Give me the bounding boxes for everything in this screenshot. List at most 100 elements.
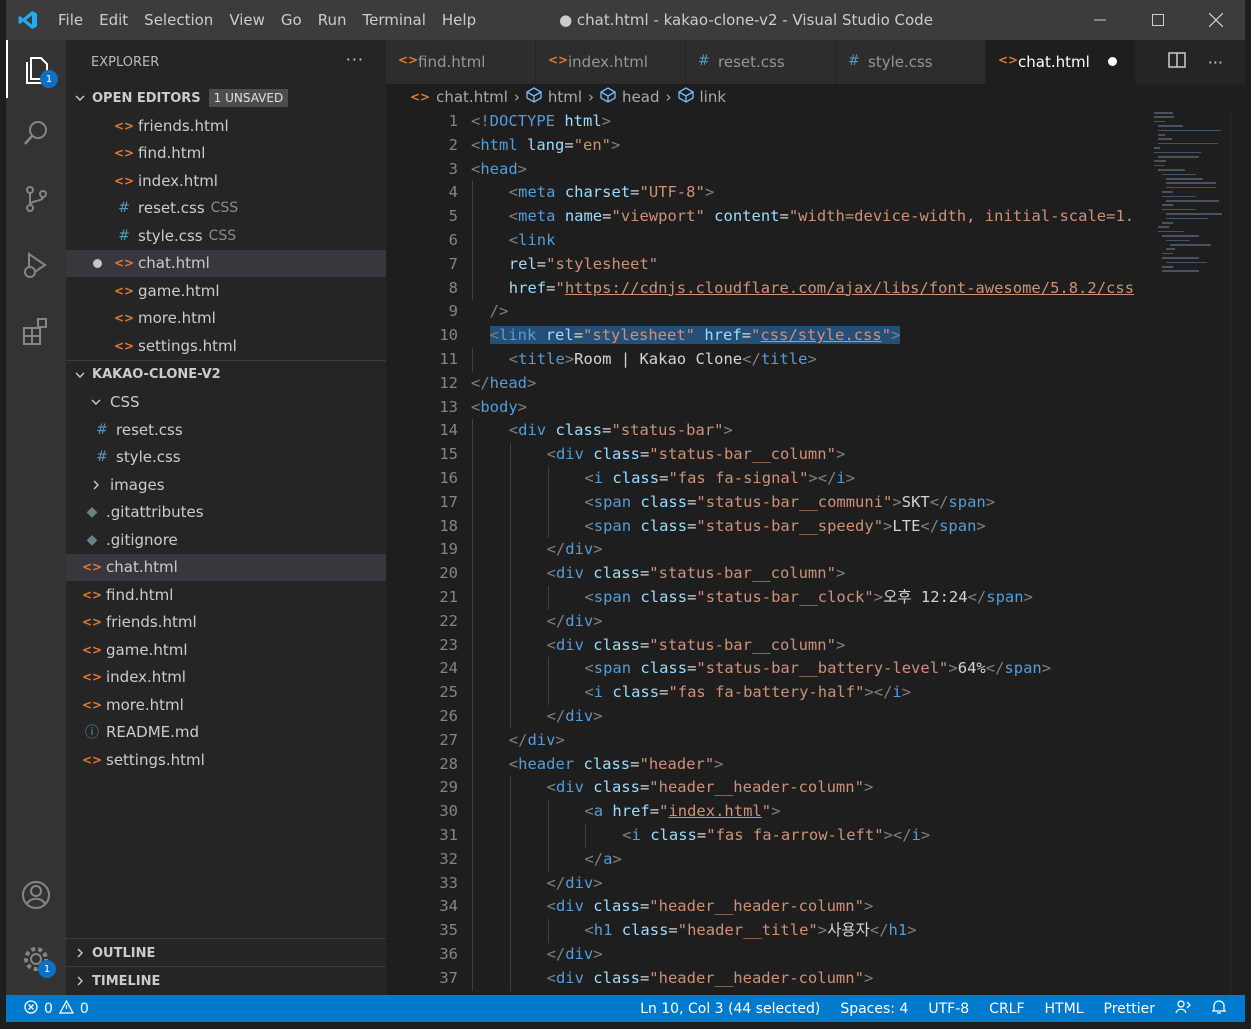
code-line[interactable]: 27 </div> xyxy=(386,728,1245,753)
indentation[interactable]: Spaces: 4 xyxy=(830,1001,918,1017)
menu-item-edit[interactable]: Edit xyxy=(91,11,136,29)
menu-item-view[interactable]: View xyxy=(221,11,273,29)
folder-css[interactable]: CSS xyxy=(66,389,386,417)
more-actions-icon[interactable]: ··· xyxy=(346,50,364,69)
menu-item-file[interactable]: File xyxy=(50,11,91,29)
file-tree-item[interactable]: ⓘ README.md xyxy=(66,719,386,747)
code-line[interactable]: 14 <div class="status-bar"> xyxy=(386,419,1245,444)
breadcrumb-item[interactable]: <> chat.html xyxy=(410,88,508,106)
code-line[interactable]: 7 rel="stylesheet" xyxy=(386,252,1245,277)
code-line[interactable]: 16 <i class="fas fa-signal"></i> xyxy=(386,467,1245,491)
code-line[interactable]: 5 <meta name="viewport" content="width=de… xyxy=(386,205,1245,229)
outline-section[interactable]: OUTLINE xyxy=(66,938,386,967)
run-debug-icon[interactable] xyxy=(6,236,66,294)
file-tree-item[interactable]: # reset.css xyxy=(66,416,386,444)
code-line[interactable]: 12 </head> xyxy=(386,372,1245,396)
code-line[interactable]: 33 </div> xyxy=(386,871,1245,896)
file-tree-item[interactable]: <> friends.html xyxy=(66,609,386,637)
breadcrumb-item[interactable]: head xyxy=(600,87,660,107)
file-tree-item[interactable]: # style.css xyxy=(66,444,386,472)
code-line[interactable]: 21 <span class="status-bar__clock">오후 12:… xyxy=(386,586,1245,610)
tab-style-css[interactable]: # style.css xyxy=(836,40,986,84)
search-icon[interactable] xyxy=(6,104,66,162)
code-line[interactable]: 29 <div class="header__header-column"> xyxy=(386,776,1245,801)
menu-item-run[interactable]: Run xyxy=(310,11,355,29)
unsaved-dot-icon[interactable] xyxy=(1108,57,1117,66)
code-line[interactable]: 2 <html lang="en"> xyxy=(386,134,1245,158)
code-line[interactable]: 36 </div> xyxy=(386,943,1245,967)
code-line[interactable]: 35 <h1 class="header__title">사용자</h1> xyxy=(386,919,1245,943)
timeline-section[interactable]: TIMELINE xyxy=(66,966,386,995)
notifications-icon[interactable] xyxy=(1201,999,1245,1019)
code-line[interactable]: 22 </div> xyxy=(386,609,1245,634)
file-tree-item[interactable]: ◆ .gitattributes xyxy=(66,499,386,527)
account-icon[interactable] xyxy=(6,866,66,924)
code-line[interactable]: 20 <div class="status-bar__column"> xyxy=(386,562,1245,586)
code-line[interactable]: 31 <i class="fas fa-arrow-left"></i> xyxy=(386,824,1245,848)
code-line[interactable]: 37 <div class="header__header-column"> xyxy=(386,966,1245,991)
encoding[interactable]: UTF-8 xyxy=(918,1001,979,1017)
file-tree-item[interactable]: <> find.html xyxy=(66,581,386,609)
open-editor-item[interactable]: <> find.html xyxy=(66,140,386,168)
code-line[interactable]: 6 <link xyxy=(386,229,1245,253)
file-tree-item[interactable]: <> more.html xyxy=(66,691,386,719)
code-line[interactable]: 23 <div class="status-bar__column"> xyxy=(386,633,1245,658)
file-tree-item[interactable]: ◆ .gitignore xyxy=(66,526,386,554)
maximize-icon[interactable] xyxy=(1129,0,1187,40)
code-line[interactable]: 17 <span class="status-bar__communi">SKT<… xyxy=(386,490,1245,515)
code-line[interactable]: 25 <i class="fas fa-battery-half"></i> xyxy=(386,681,1245,705)
code-line[interactable]: 9 /> xyxy=(386,300,1245,324)
code-line[interactable]: 1 <!DOCTYPE html> xyxy=(386,110,1245,134)
code-line[interactable]: 34 <div class="header__header-column"> xyxy=(386,895,1245,920)
cursor-position[interactable]: Ln 10, Col 3 (44 selected) xyxy=(630,1001,830,1017)
breadcrumb-item[interactable]: html xyxy=(526,87,582,107)
unsaved-dot-icon[interactable] xyxy=(93,258,102,268)
open-editor-item[interactable]: # reset.css CSS xyxy=(66,195,386,223)
tab-index-html[interactable]: <> index.html xyxy=(536,40,686,84)
feedback-icon[interactable] xyxy=(1165,999,1201,1019)
open-editor-item[interactable]: <> friends.html xyxy=(66,112,386,140)
code-line[interactable]: 32 </a> xyxy=(386,847,1245,872)
code-line[interactable]: 11 <title>Room | Kakao Clone</title> xyxy=(386,348,1245,372)
tab-chat-html[interactable]: <> chat.html xyxy=(986,40,1136,84)
folder-images[interactable]: images xyxy=(66,471,386,499)
code-line[interactable]: 18 <span class="status-bar__speedy">LTE</… xyxy=(386,514,1245,539)
file-tree-item[interactable]: <> index.html xyxy=(66,664,386,692)
menu-item-selection[interactable]: Selection xyxy=(136,11,221,29)
menu-item-go[interactable]: Go xyxy=(273,11,310,29)
project-section[interactable]: KAKAO-CLONE-V2 xyxy=(66,361,386,389)
minimize-icon[interactable] xyxy=(1071,0,1129,40)
extensions-icon[interactable] xyxy=(6,302,66,360)
code-line[interactable]: 28 <header class="header"> xyxy=(386,752,1245,777)
code-line[interactable]: 10 <link rel="stylesheet" href="css/styl… xyxy=(386,324,1245,348)
file-tree-item[interactable]: <> settings.html xyxy=(66,746,386,774)
open-editor-item[interactable]: <> settings.html xyxy=(66,332,386,360)
end-of-line[interactable]: CRLF xyxy=(979,1001,1034,1017)
code-line[interactable]: 8 href="https://cdnjs.cloudflare.com/ajax… xyxy=(386,276,1245,301)
menu-item-terminal[interactable]: Terminal xyxy=(355,11,434,29)
tab-reset-css[interactable]: # reset.css xyxy=(686,40,836,84)
file-tree-item[interactable]: <> chat.html xyxy=(66,553,386,581)
code-editor[interactable]: 1 <!DOCTYPE html> 2 <html lang="en"> 3 <head>… xyxy=(386,110,1245,995)
minimap[interactable] xyxy=(1148,110,1230,290)
open-editor-item[interactable]: <> more.html xyxy=(66,305,386,333)
language-mode[interactable]: HTML xyxy=(1035,1001,1094,1017)
open-editor-item[interactable]: <> chat.html xyxy=(66,249,386,277)
problems-indicator[interactable]: 0 0 xyxy=(6,999,89,1018)
code-line[interactable]: 26 </div> xyxy=(386,705,1245,729)
code-line[interactable]: 19 </div> xyxy=(386,538,1245,563)
menu-item-help[interactable]: Help xyxy=(434,11,484,29)
split-editor-icon[interactable] xyxy=(1167,51,1186,73)
open-editor-item[interactable]: # style.css CSS xyxy=(66,222,386,250)
prettier-status[interactable]: Prettier xyxy=(1094,1001,1166,1017)
more-actions-icon[interactable]: ··· xyxy=(1208,53,1223,72)
settings-gear-icon[interactable]: 1 xyxy=(6,930,66,988)
code-line[interactable]: 4 <meta charset="UTF-8"> xyxy=(386,181,1245,206)
vertical-scrollbar[interactable] xyxy=(1230,110,1245,995)
code-line[interactable]: 15 <div class="status-bar__column"> xyxy=(386,443,1245,467)
file-tree-item[interactable]: <> game.html xyxy=(66,636,386,664)
code-line[interactable]: 24 <span class="status-bar__battery-level… xyxy=(386,657,1245,682)
open-editors-section[interactable]: OPEN EDITORS 1 UNSAVED xyxy=(66,84,386,112)
explorer-icon[interactable]: 1 xyxy=(6,40,66,98)
tab-find-html[interactable]: <> find.html xyxy=(386,40,536,84)
